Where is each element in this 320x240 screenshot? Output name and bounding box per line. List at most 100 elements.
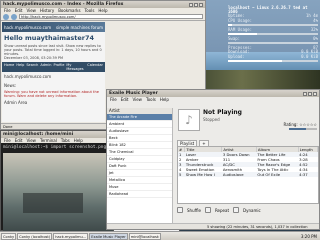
nav-profile[interactable]: Profile (54, 63, 65, 71)
firefox-titlebar[interactable]: hack.mypolimusco.com - Index - Mozilla F… (1, 1, 205, 8)
conky-cpu-bar (228, 23, 318, 26)
menu-tools[interactable]: Tools (85, 8, 95, 13)
nav-admin[interactable]: Admin (40, 63, 51, 71)
close-button[interactable] (199, 2, 203, 7)
forum-page: hack.mypolimusco.com simple machines for… (2, 22, 105, 122)
artist-item[interactable]: Beck (107, 135, 172, 142)
playlist-table: # Title Artist Album Length 1 Loser 3 Door… (177, 146, 319, 204)
rating[interactable]: Rating: ☆☆☆☆☆ (284, 122, 317, 127)
taskbar-item[interactable]: Conky (1, 232, 17, 240)
nav-calendar[interactable]: Calendar (87, 63, 103, 71)
news-label: News: (4, 83, 17, 88)
user-info[interactable]: Show unread posts since last visit. Show… (2, 44, 105, 56)
artist-item[interactable]: Jet (107, 170, 172, 177)
artist-item[interactable]: Coldplay (107, 156, 172, 163)
table-row[interactable]: 5 Show Me How I Audioslave Out Of Exile 4:37 (178, 172, 318, 177)
exaile-statusbar: 5 showing (22 minutes, 31 seconds), 1,03… (107, 223, 319, 229)
star-icon[interactable]: ☆☆☆☆☆ (299, 122, 317, 127)
conky-swap-bar (228, 42, 318, 45)
nav-search[interactable]: Search (26, 63, 38, 71)
dynamic-checkbox[interactable] (233, 207, 240, 213)
menu-file[interactable]: File (110, 97, 117, 102)
shuffle-checkbox[interactable] (177, 207, 183, 213)
menu-tabs[interactable]: Tabs (61, 138, 70, 143)
menu-edit[interactable]: Edit (121, 97, 129, 102)
playback-options: Shuffle Repeat Dynamic (177, 207, 261, 213)
artist-item[interactable]: The Chemical (107, 149, 172, 156)
terminal-prompt[interactable]: mini@localhost:~$ import screenshot.png (3, 145, 106, 150)
exaile-window: Exaile Music Player File Edit View Tools… (106, 89, 320, 230)
menu-bookmarks[interactable]: Bookmarks (58, 8, 80, 13)
news-title: hack.mypolimusco.com (4, 74, 52, 79)
menu-file[interactable]: File (4, 8, 11, 13)
artist-item[interactable]: The Arcade Fire (107, 114, 172, 121)
greeting: Hello muaythaimaster74 (4, 34, 95, 42)
minimize-button[interactable] (303, 91, 307, 96)
back-icon[interactable] (3, 13, 9, 20)
artist-item[interactable]: Daft Punk (107, 163, 172, 170)
conky-net-bar (228, 59, 318, 62)
artist-item[interactable]: Metallica (107, 177, 172, 184)
menu-edit[interactable]: Edit (15, 8, 23, 13)
conky-row: Swap: 0% (228, 36, 318, 42)
maximize-button[interactable] (308, 91, 312, 96)
warning-text: Warning: you have not unread information… (4, 90, 99, 98)
repeat-checkbox[interactable] (204, 207, 211, 213)
menu-tools[interactable]: Tools (146, 97, 156, 102)
minimize-button[interactable] (189, 2, 193, 7)
menu-view[interactable]: View (26, 138, 36, 143)
forum-banner: hack.mypolimusco.com simple machines for… (2, 22, 105, 32)
conky-row: CPU Usage: 4% (228, 17, 318, 23)
track-title: Not Playing (203, 109, 242, 116)
conky-row: RAM Usage: 32% (228, 26, 318, 32)
artist-item[interactable]: Ambient (107, 121, 172, 128)
menu-view[interactable]: View (132, 97, 142, 102)
artist-item[interactable]: Audioslave (107, 128, 172, 135)
menu-terminal[interactable]: Terminal (40, 138, 57, 143)
dynamic-label: Dynamic (243, 207, 261, 213)
taskbar-item[interactable]: mini@localhost: (128, 232, 162, 240)
taskbar-item-active[interactable]: Exaile Music Player (89, 232, 128, 240)
nav-messages[interactable]: My Messages (66, 63, 85, 71)
forum-date: December 03, 2008, 03:20:39 PM (4, 56, 64, 60)
artist-item[interactable]: Blink 182 (107, 142, 172, 149)
close-button[interactable] (313, 91, 317, 96)
menu-file[interactable]: File (4, 138, 11, 143)
exaile-titlebar[interactable]: Exaile Music Player (107, 90, 319, 97)
forum-logo: simple machines forum (56, 24, 103, 30)
taskbar-item[interactable]: Conky (localhost) (17, 232, 53, 240)
now-playing: ♪ Not Playing Stopped Rating: ☆☆☆☆☆ (177, 108, 319, 138)
menu-help[interactable]: Help (98, 8, 107, 13)
menu-view[interactable]: View (26, 8, 36, 13)
clock[interactable]: 3:20 PM (299, 234, 319, 239)
conky-ram-bar (228, 33, 318, 36)
volume-slider[interactable] (289, 128, 317, 130)
image-preview (3, 153, 113, 231)
artist-item[interactable]: Radiohead (107, 191, 172, 198)
taskbar-item[interactable]: hack.mypolimu... (53, 232, 89, 240)
forward-icon[interactable] (11, 13, 17, 20)
nav-home[interactable]: Home (4, 63, 14, 71)
exaile-title: Exaile Music Player (109, 91, 158, 96)
menu-edit[interactable]: Edit (15, 138, 23, 143)
conky-widget: localhost ~ Linux 2.6.26.7 ted at i686 U… (228, 5, 318, 64)
album-art-icon: ♪ (178, 109, 200, 131)
track-status: Stopped (203, 117, 220, 122)
url-input[interactable]: http://hack.mypolimusco.com/ (19, 14, 203, 19)
menu-history[interactable]: History (40, 8, 54, 13)
taskbar: Conky Conky (localhost) hack.mypolimu...… (0, 231, 320, 240)
artist-item[interactable]: Muse (107, 184, 172, 191)
shuffle-label: Shuffle (187, 207, 201, 213)
terminal-title: mini@localhost: /home/mini (3, 132, 74, 137)
rating-label: Rating: (283, 122, 298, 127)
menu-help[interactable]: Help (74, 138, 83, 143)
navigation-toolbar: http://hack.mypolimusco.com/ (1, 13, 205, 21)
collection-panel: Artist The Arcade Fire Ambient Audioslav… (107, 108, 173, 223)
nav-help[interactable]: Help (16, 63, 24, 71)
maximize-button[interactable] (194, 2, 198, 7)
admin-area-link[interactable]: Admin Area (2, 98, 105, 107)
conky-row: Upload: 0.0 KiB (228, 53, 318, 59)
forum-name[interactable]: hack.mypolimusco.com (4, 25, 51, 30)
menu-help[interactable]: Help (160, 97, 169, 102)
forum-nav: Home Help Search Admin Profile My Messag… (2, 62, 105, 72)
